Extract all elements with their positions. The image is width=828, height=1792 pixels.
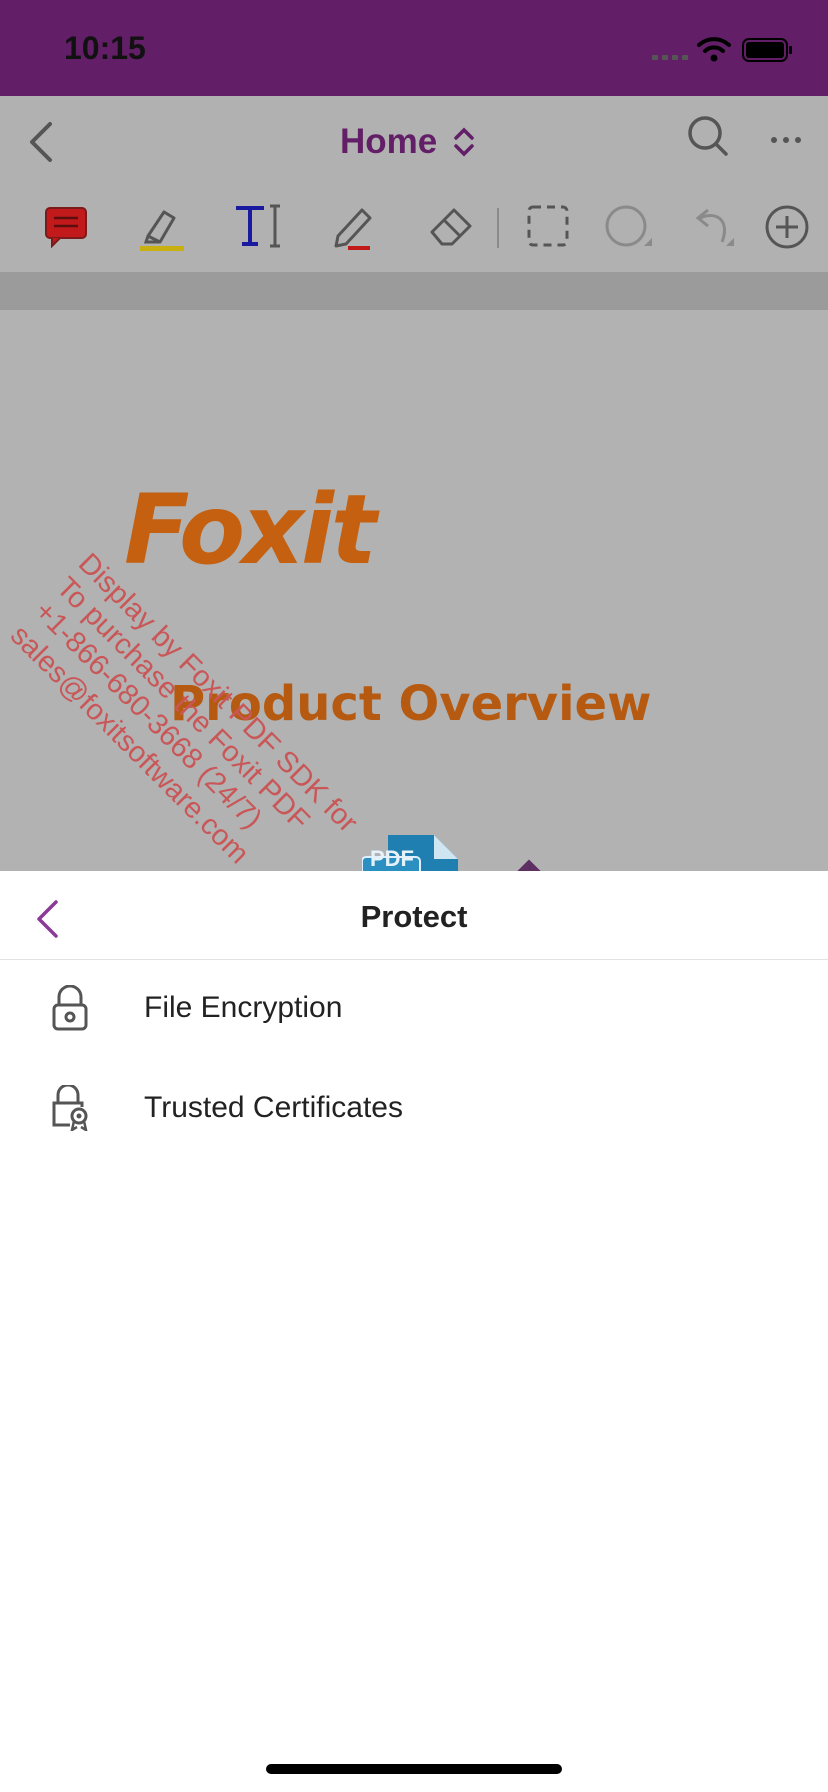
highlight-tool-icon[interactable] [138, 204, 186, 252]
chevron-up-down-icon[interactable] [452, 124, 476, 160]
menu-item-file-encryption[interactable]: File Encryption [0, 959, 828, 1059]
lock-icon [52, 985, 88, 1031]
document-view[interactable]: Foxit Product Overview Display by Foxit … [0, 310, 828, 871]
sheet-header: Protect [0, 871, 828, 960]
menu-label: File Encryption [144, 991, 343, 1024]
menu-label: Trusted Certificates [144, 1091, 403, 1124]
battery-icon [742, 38, 792, 62]
add-tool-icon[interactable] [764, 204, 810, 250]
more-icon[interactable] [770, 136, 802, 144]
status-time: 10:15 [64, 30, 146, 66]
pencil-tool-icon[interactable] [332, 204, 376, 250]
undo-tool-icon[interactable] [688, 204, 738, 250]
certificate-lock-icon [52, 1085, 88, 1131]
eraser-tool-icon[interactable] [428, 204, 474, 246]
shape-tool-icon[interactable] [604, 204, 658, 250]
foxit-logo: Foxit [124, 474, 377, 586]
diamond-shape [513, 859, 545, 871]
select-tool-icon[interactable] [526, 204, 570, 248]
back-icon[interactable] [24, 120, 64, 164]
sheet-title: Protect [360, 899, 468, 934]
page-separator [0, 272, 828, 310]
menu-item-trusted-certificates[interactable]: Trusted Certificates [0, 1059, 828, 1159]
note-tool-icon[interactable] [44, 204, 88, 248]
home-indicator[interactable] [266, 1764, 562, 1774]
file-title[interactable]: Home [340, 118, 437, 166]
wifi-icon [697, 37, 731, 62]
search-icon[interactable] [686, 114, 730, 160]
toolbar-divider [497, 208, 499, 248]
signal-icon [652, 55, 688, 60]
text-tool-icon[interactable] [234, 204, 284, 248]
protect-sheet: Protect File Encryption Trusted Certific… [0, 871, 828, 1792]
status-bar: 10:15 [0, 0, 828, 96]
pdf-badge: PDF [370, 846, 414, 871]
